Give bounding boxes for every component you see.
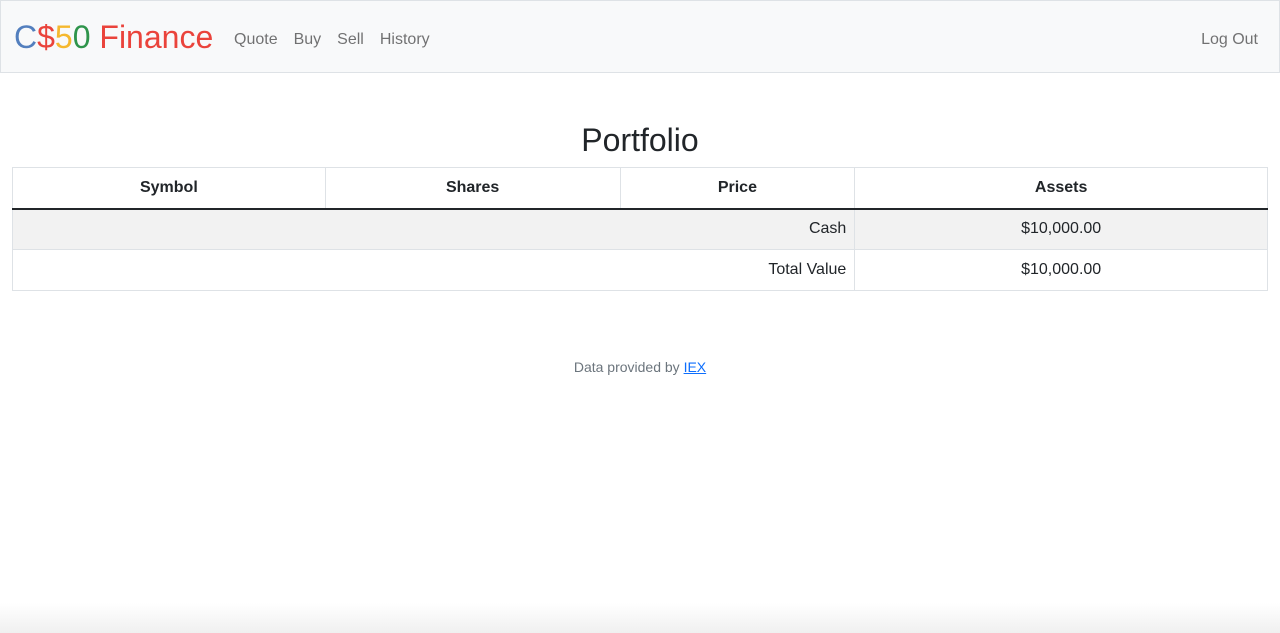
header-assets: Assets	[854, 167, 1268, 210]
total-value-amount: $10,000.00	[854, 249, 1268, 291]
brand-letter-c: C	[14, 19, 38, 55]
nav-link-history[interactable]: History	[380, 29, 430, 51]
footer-text: Data provided by	[573, 359, 684, 375]
header-shares: Shares	[324, 167, 621, 210]
brand-dollar: $	[37, 19, 55, 55]
table-header-row: Symbol Shares Price Assets	[12, 167, 1268, 210]
bottom-shadow	[0, 603, 1280, 633]
header-symbol: Symbol	[12, 167, 326, 210]
header-price: Price	[619, 167, 856, 210]
logout-link[interactable]: Log Out	[1201, 29, 1258, 51]
cash-label: Cash	[11, 208, 856, 250]
footer: Data provided by IEX	[0, 357, 1280, 377]
cash-value: $10,000.00	[854, 208, 1268, 250]
total-value-label: Total Value	[11, 249, 856, 291]
iex-link[interactable]: IEX	[684, 359, 707, 375]
nav-link-sell[interactable]: Sell	[337, 29, 364, 51]
nav-link-buy[interactable]: Buy	[294, 29, 322, 51]
page-title: Portfolio	[581, 122, 699, 158]
table-row-cash: Cash $10,000.00	[11, 208, 1268, 250]
brand-finance: Finance	[90, 19, 214, 55]
nav-links: Quote Buy Sell History	[234, 29, 430, 51]
brand-zero: 0	[72, 19, 91, 55]
brand-five: 5	[54, 19, 73, 55]
table-row-total: Total Value $10,000.00	[11, 249, 1268, 291]
nav-link-quote[interactable]: Quote	[234, 29, 278, 51]
navbar: C$50 Finance Quote Buy Sell History Log …	[0, 0, 1280, 73]
portfolio-table: Symbol Shares Price Assets Cash $10,000.…	[11, 167, 1268, 291]
brand-logo-link[interactable]: C$50 Finance	[14, 17, 213, 57]
